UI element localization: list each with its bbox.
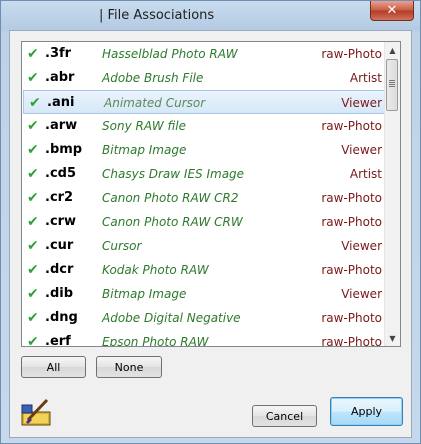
file-extension: .ani: [47, 95, 75, 110]
file-type-description: Canon Photo RAW CR2: [102, 191, 239, 205]
handler-category: raw-Photo: [321, 263, 382, 277]
handler-category: raw-Photo: [321, 311, 382, 325]
list-item[interactable]: ✔ .crw Canon Photo RAW CRW raw-Photo: [22, 210, 385, 234]
checkmark-icon[interactable]: ✔: [27, 118, 39, 134]
checkmark-icon[interactable]: ✔: [29, 95, 41, 111]
checkmark-icon[interactable]: ✔: [27, 46, 39, 62]
handler-category: Artist: [349, 167, 382, 181]
file-extension: .dng: [45, 310, 78, 325]
file-extension: .abr: [45, 70, 75, 85]
file-extension: .crw: [45, 214, 77, 229]
file-extension: .3fr: [45, 46, 72, 61]
list-item[interactable]: ✔ .cd5 Chasys Draw IES Image Artist: [22, 162, 385, 186]
file-type-description: Adobe Brush File: [102, 71, 204, 85]
select-none-button[interactable]: None: [96, 356, 162, 378]
checkmark-icon[interactable]: ✔: [27, 310, 39, 326]
handler-category: Viewer: [341, 96, 382, 110]
file-extension: .arw: [45, 118, 78, 133]
app-paint-icon: [21, 398, 51, 426]
select-all-button[interactable]: All: [21, 356, 86, 378]
list-item[interactable]: ✔ .arw Sony RAW file raw-Photo: [22, 114, 385, 138]
list-item[interactable]: ✔ .cur Cursor Viewer: [22, 234, 385, 258]
file-extension: .cr2: [45, 190, 74, 205]
list-item[interactable]: ✔ .ani Animated Cursor Viewer: [23, 90, 385, 114]
handler-category: raw-Photo: [321, 335, 382, 347]
checkmark-icon[interactable]: ✔: [27, 262, 39, 278]
checkmark-icon[interactable]: ✔: [27, 334, 39, 346]
file-type-description: Kodak Photo RAW: [102, 263, 209, 277]
vertical-scrollbar[interactable]: ▲ ▼: [384, 42, 400, 346]
file-association-list: ✔ .3fr Hasselblad Photo RAW raw-Photo ✔ .abr A…: [21, 41, 401, 347]
handler-category: raw-Photo: [321, 191, 382, 205]
handler-category: Artist: [349, 71, 382, 85]
close-button[interactable]: ✕: [370, 1, 414, 21]
checkmark-icon[interactable]: ✔: [27, 166, 39, 182]
file-extension: .dib: [45, 286, 74, 301]
file-type-description: Canon Photo RAW CRW: [102, 215, 243, 229]
file-type-description: Chasys Draw IES Image: [102, 167, 245, 181]
handler-category: Viewer: [341, 239, 382, 253]
checkmark-icon[interactable]: ✔: [27, 142, 39, 158]
file-extension: .cd5: [45, 166, 76, 181]
window-title: | File Associations: [99, 8, 215, 23]
list-item[interactable]: ✔ .3fr Hasselblad Photo RAW raw-Photo: [22, 42, 385, 66]
title-bar[interactable]: | File Associations ✕: [1, 1, 420, 29]
file-type-description: Hasselblad Photo RAW: [102, 47, 238, 61]
file-type-description: Epson Photo RAW: [102, 335, 209, 347]
file-type-description: Animated Cursor: [104, 96, 206, 110]
scroll-down-arrow-icon[interactable]: ▼: [385, 330, 400, 346]
scroll-up-arrow-icon[interactable]: ▲: [385, 42, 400, 58]
handler-category: Viewer: [341, 143, 382, 157]
file-type-description: Bitmap Image: [102, 287, 187, 301]
file-extension: .cur: [45, 238, 74, 253]
handler-category: raw-Photo: [321, 47, 382, 61]
list-item[interactable]: ✔ .erf Epson Photo RAW raw-Photo: [22, 330, 385, 347]
list-item[interactable]: ✔ .bmp Bitmap Image Viewer: [22, 138, 385, 162]
file-type-description: Cursor: [102, 239, 142, 253]
list-item[interactable]: ✔ .abr Adobe Brush File Artist: [22, 66, 385, 90]
file-type-description: Bitmap Image: [102, 143, 187, 157]
list-item[interactable]: ✔ .cr2 Canon Photo RAW CR2 raw-Photo: [22, 186, 385, 210]
checkmark-icon[interactable]: ✔: [27, 190, 39, 206]
cancel-button[interactable]: Cancel: [252, 405, 317, 427]
checkmark-icon[interactable]: ✔: [27, 286, 39, 302]
file-associations-window: | File Associations ✕ ✔ .3fr Hasselblad Ph…: [0, 0, 421, 444]
file-type-description: Adobe Digital Negative: [102, 311, 241, 325]
scrollbar-thumb[interactable]: [386, 59, 398, 111]
list-item[interactable]: ✔ .dng Adobe Digital Negative raw-Photo: [22, 306, 385, 330]
apply-button[interactable]: Apply: [330, 397, 403, 426]
file-extension: .dcr: [45, 262, 74, 277]
grip-icon: [389, 80, 395, 88]
file-extension: .bmp: [45, 142, 83, 157]
checkmark-icon[interactable]: ✔: [27, 214, 39, 230]
file-type-description: Sony RAW file: [102, 119, 186, 133]
file-extension: .erf: [45, 334, 71, 347]
checkmark-icon[interactable]: ✔: [27, 70, 39, 86]
checkmark-icon[interactable]: ✔: [27, 238, 39, 254]
handler-category: raw-Photo: [321, 215, 382, 229]
list-item[interactable]: ✔ .dcr Kodak Photo RAW raw-Photo: [22, 258, 385, 282]
list-item[interactable]: ✔ .dib Bitmap Image Viewer: [22, 282, 385, 306]
handler-category: raw-Photo: [321, 119, 382, 133]
handler-category: Viewer: [341, 287, 382, 301]
dialog-body: ✔ .3fr Hasselblad Photo RAW raw-Photo ✔ .abr A…: [9, 30, 412, 438]
